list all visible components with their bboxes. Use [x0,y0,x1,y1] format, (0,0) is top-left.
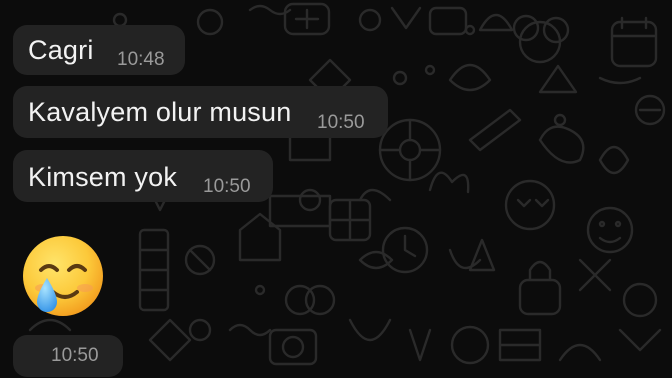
message-bubble[interactable]: Kavalyem olur musun 10:50 [13,86,388,138]
message-bubble[interactable]: Kimsem yok 10:50 [13,150,273,202]
message-text: Kimsem yok [28,162,178,192]
chat-view: Cagri 10:48 Kavalyem olur musun 10:50 Ki… [0,0,672,378]
message-text: Cagri [28,35,94,65]
message-time: 10:50 [317,112,365,133]
message-bubble[interactable]: Cagri 10:48 [13,25,185,75]
message-time: 10:50 [51,345,99,366]
message-bubble[interactable]: 10:50 [13,335,123,377]
message-time: 10:48 [117,49,165,70]
message-text: Kavalyem olur musun [28,97,292,127]
smiling-face-with-tear-icon[interactable] [17,232,109,324]
message-time: 10:50 [203,176,251,197]
